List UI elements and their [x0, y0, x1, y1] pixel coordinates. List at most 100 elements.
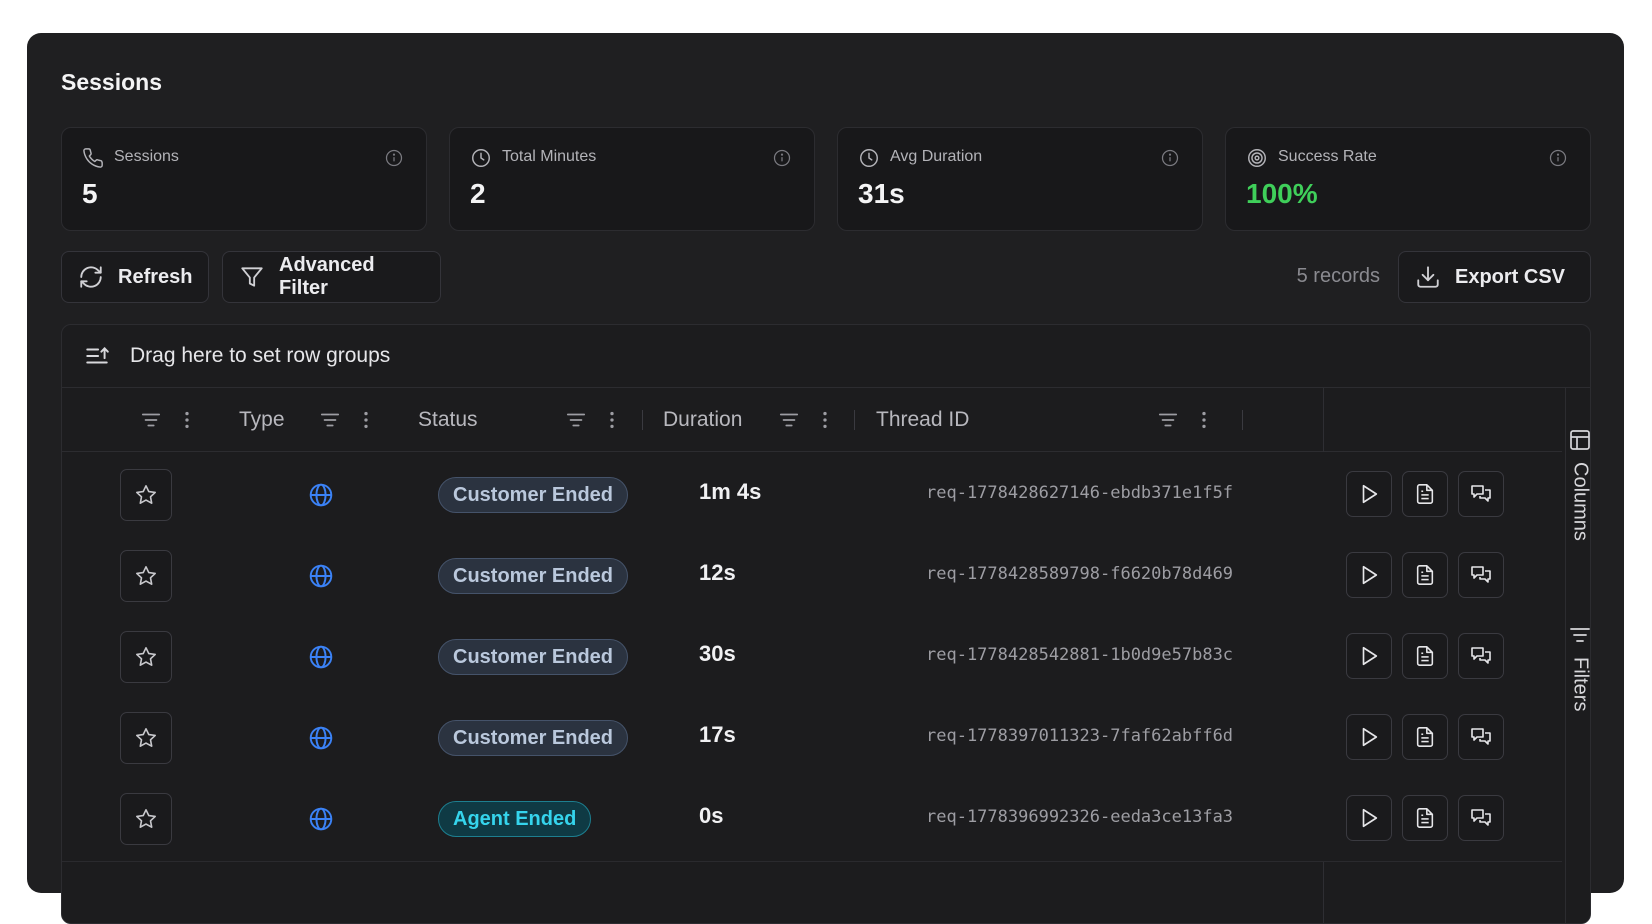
advanced-filter-button[interactable]: Advanced Filter — [222, 251, 441, 303]
info-icon[interactable] — [772, 148, 792, 168]
refresh-label: Refresh — [118, 265, 193, 288]
table-row[interactable]: Agent Ended 0s req-1778396992326-eeda3ce… — [62, 776, 1562, 862]
export-csv-label: Export CSV — [1455, 265, 1566, 288]
page-title: Sessions — [61, 69, 162, 95]
play-icon — [1362, 808, 1378, 828]
thread-id-cell: req-1778397011323-7faf62abff6d — [926, 726, 1234, 746]
stats-cards: Sessions 5 Total Minutes 2 Avg Duration … — [61, 127, 1591, 231]
play-button[interactable] — [1346, 633, 1392, 679]
filter-lines-icon[interactable] — [1157, 409, 1179, 431]
document-icon — [1416, 727, 1434, 747]
column-separator[interactable] — [1242, 410, 1243, 430]
column-label-type: Type — [239, 408, 285, 431]
transcript-button[interactable] — [1402, 714, 1448, 760]
target-icon — [1248, 149, 1266, 167]
favorite-star-button[interactable] — [120, 550, 172, 602]
filter-lines-icon[interactable] — [778, 409, 800, 431]
document-icon — [1416, 484, 1434, 504]
download-icon — [1417, 266, 1439, 288]
transcript-button[interactable] — [1402, 795, 1448, 841]
more-vertical-icon[interactable] — [176, 409, 198, 431]
column-header-thread-id[interactable]: Thread ID — [876, 388, 969, 452]
more-vertical-icon[interactable] — [601, 409, 623, 431]
column-separator[interactable] — [854, 410, 855, 430]
favorite-star-button[interactable] — [120, 631, 172, 683]
more-vertical-icon[interactable] — [1193, 409, 1215, 431]
chat-button[interactable] — [1458, 795, 1504, 841]
sessions-grid: Drag here to set row groups Type Status — [61, 324, 1591, 924]
chat-bubbles-icon — [1471, 566, 1491, 583]
column-separator[interactable] — [642, 410, 643, 430]
globe-icon — [309, 645, 333, 669]
filter-lines-icon[interactable] — [140, 409, 162, 431]
table-row[interactable]: Customer Ended 1m 4s req-1778428627146-e… — [62, 452, 1562, 538]
document-icon — [1416, 808, 1434, 828]
filters-tab-label: Filters — [1569, 657, 1591, 712]
more-vertical-icon[interactable] — [814, 409, 836, 431]
column-header-type[interactable]: Type — [239, 388, 285, 452]
play-icon — [1362, 646, 1378, 666]
globe-icon — [309, 807, 333, 831]
row-groups-icon — [86, 347, 109, 364]
columns-tab-label: Columns — [1569, 462, 1591, 541]
columns-table-icon — [1570, 430, 1590, 450]
info-icon[interactable] — [384, 148, 404, 168]
chat-button[interactable] — [1458, 714, 1504, 760]
stat-value: 2 — [470, 178, 486, 209]
row-group-drop-zone[interactable]: Drag here to set row groups — [62, 325, 1590, 388]
info-icon[interactable] — [1160, 148, 1180, 168]
transcript-button[interactable] — [1402, 633, 1448, 679]
table-row[interactable]: Customer Ended 30s req-1778428542881-1b0… — [62, 614, 1562, 700]
table-row[interactable]: Customer Ended 17s req-1778397011323-7fa… — [62, 695, 1562, 781]
stat-label: Sessions — [114, 148, 179, 165]
document-icon — [1416, 646, 1434, 666]
chat-button[interactable] — [1458, 471, 1504, 517]
filter-lines-icon[interactable] — [319, 409, 341, 431]
play-button[interactable] — [1346, 795, 1392, 841]
column-header-duration[interactable]: Duration — [663, 388, 742, 452]
play-icon — [1362, 484, 1378, 504]
favorite-star-button[interactable] — [120, 793, 172, 845]
column-menu-duration[interactable] — [778, 409, 836, 431]
thread-id-cell: req-1778428542881-1b0d9e57b83c — [926, 645, 1234, 665]
export-csv-button[interactable]: Export CSV — [1398, 251, 1591, 303]
column-menu-status[interactable] — [565, 409, 623, 431]
stat-label: Success Rate — [1278, 148, 1377, 165]
column-menu-favorite[interactable] — [140, 409, 198, 431]
play-button[interactable] — [1346, 471, 1392, 517]
favorite-star-button[interactable] — [120, 469, 172, 521]
duration-cell: 1m 4s — [699, 479, 762, 504]
favorite-star-button[interactable] — [120, 712, 172, 764]
filter-lines-icon — [1570, 628, 1590, 642]
table-row[interactable]: Customer Ended 12s req-1778428589798-f66… — [62, 533, 1562, 619]
filter-lines-icon[interactable] — [565, 409, 587, 431]
star-icon — [135, 646, 157, 667]
transcript-button[interactable] — [1402, 552, 1448, 598]
clock-icon — [472, 149, 490, 167]
columns-tool-tab[interactable]: Columns — [1556, 428, 1591, 541]
status-badge: Customer Ended — [438, 720, 629, 756]
clock-icon — [860, 149, 878, 167]
stat-value: 100% — [1246, 178, 1318, 209]
transcript-button[interactable] — [1402, 471, 1448, 517]
refresh-icon — [80, 266, 102, 288]
star-icon — [135, 484, 157, 505]
info-icon[interactable] — [1548, 148, 1568, 168]
column-menu-type[interactable] — [319, 409, 377, 431]
play-button[interactable] — [1346, 714, 1392, 760]
column-header-status[interactable]: Status — [418, 388, 478, 452]
stat-value: 5 — [82, 178, 98, 209]
globe-icon — [309, 564, 333, 588]
stat-card-sessions: Sessions 5 — [61, 127, 427, 231]
duration-cell: 0s — [699, 803, 724, 828]
play-icon — [1362, 727, 1378, 747]
phone-icon — [83, 148, 103, 168]
filters-tool-tab[interactable]: Filters — [1556, 623, 1591, 712]
refresh-button[interactable]: Refresh — [61, 251, 209, 303]
more-vertical-icon[interactable] — [355, 409, 377, 431]
column-menu-thread-id[interactable] — [1157, 409, 1215, 431]
chat-button[interactable] — [1458, 633, 1504, 679]
star-icon — [135, 808, 157, 829]
chat-button[interactable] — [1458, 552, 1504, 598]
play-button[interactable] — [1346, 552, 1392, 598]
